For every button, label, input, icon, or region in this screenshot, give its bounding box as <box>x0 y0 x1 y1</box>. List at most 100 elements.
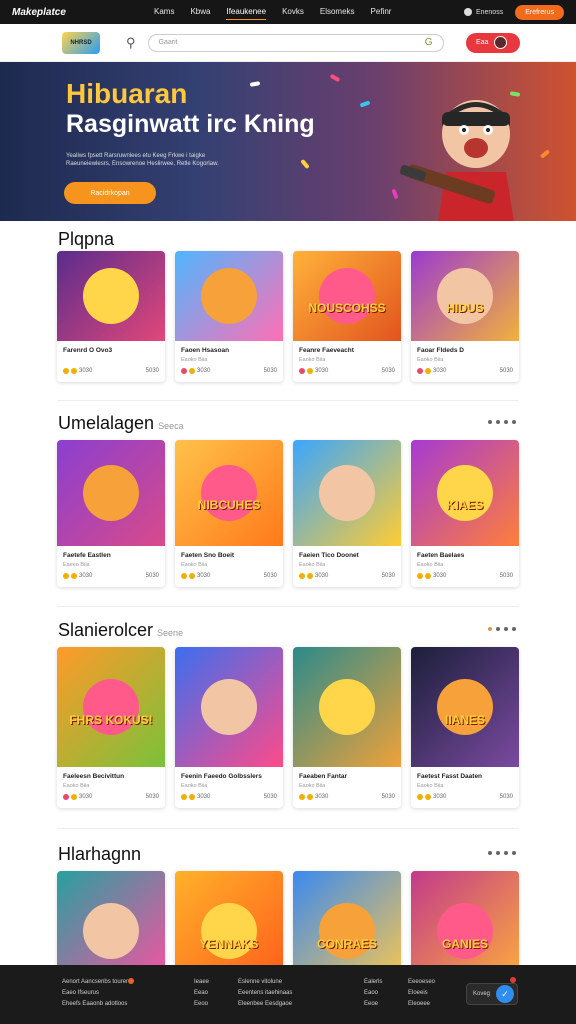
card-title[interactable]: Farenrd O Ovo3 <box>57 341 165 354</box>
coin-icon <box>189 794 195 800</box>
game-thumbnail[interactable]: NIBCUHES <box>175 440 283 546</box>
card-price: 3030 <box>433 368 447 374</box>
coin-icon <box>71 794 77 800</box>
carousel-dot[interactable] <box>504 420 508 424</box>
user-menu[interactable]: Enenoss <box>463 8 503 16</box>
nav-link-3-active[interactable]: Ifeaukenee <box>226 4 267 20</box>
carousel-dots[interactable] <box>488 851 516 855</box>
nav-link-2[interactable]: Kbwa <box>190 4 210 20</box>
character-illustration <box>319 679 375 735</box>
carousel-dot[interactable] <box>488 851 492 855</box>
card-subtitle: Eaoko Biia <box>63 783 90 789</box>
nav-link-1[interactable]: Kams <box>154 4 174 20</box>
card-subtitle: Eaeeo Biia <box>63 562 90 568</box>
carousel-dot[interactable] <box>496 420 500 424</box>
footer-link[interactable]: Ealerls <box>364 977 382 988</box>
footer-link[interactable]: Aenort Aancsenbs tourer <box>62 977 128 988</box>
search-icon[interactable]: ⚲ <box>126 35 136 51</box>
card-title[interactable]: Faeleesn Becivittun <box>57 767 165 780</box>
footer-link[interactable]: Eleenbee Eesdgaoe <box>238 999 292 1010</box>
game-thumbnail[interactable] <box>293 647 401 767</box>
footer-link[interactable]: Eaeo Ifseurus <box>62 988 128 999</box>
login-button[interactable]: Eaa <box>466 32 520 53</box>
footer-link[interactable]: Eloeeis <box>408 988 435 999</box>
carousel-dot[interactable] <box>488 420 492 424</box>
carousel-dot[interactable] <box>504 851 508 855</box>
game-card[interactable]: HIDUS Faoar Fldeds D Eaoko Biia 3030 5030 <box>411 251 519 382</box>
footer-link[interactable]: Eaoo <box>364 988 382 999</box>
card-title[interactable]: Faeaben Fantar <box>293 767 401 780</box>
game-thumbnail[interactable]: IIANES <box>411 647 519 767</box>
footer-badge-icon <box>128 978 134 984</box>
footer-link[interactable]: Eleoeee <box>408 999 435 1010</box>
top-cta-button[interactable]: Erefrerus <box>515 4 564 20</box>
search-input[interactable]: Gaarit G <box>147 33 444 52</box>
card-subtitle: Eaoko Biia <box>299 562 326 568</box>
hero-cta-button[interactable]: Racidrkopan <box>64 182 156 204</box>
game-card[interactable]: NIBCUHES Faeten Sno Boeit Eaoko Biia 3030 50… <box>175 440 283 587</box>
character-illustration <box>201 268 257 324</box>
game-card[interactable]: KIAES Faeten Baelaes Eaoko Biia 3030 5030 <box>411 440 519 587</box>
game-card[interactable]: IIANES Faetest Fasst Daaten Eaoko Biia 3030… <box>411 647 519 808</box>
nav-link-6[interactable]: Pefinr <box>371 4 392 20</box>
thumbnail-title-art: YENNAKS <box>199 937 259 951</box>
game-card[interactable]: Feenin Faeedo Golbsslers Eaoko Biia 3030 50… <box>175 647 283 808</box>
brand-logo-text[interactable]: Makeplatce <box>12 7 96 18</box>
nav-link-4[interactable]: Kovks <box>282 4 304 20</box>
game-card[interactable]: Faeien Tico Doonet Eaoko Biia 3030 5030 <box>293 440 401 587</box>
card-title[interactable]: Faeten Sno Boeit <box>175 546 283 559</box>
card-title[interactable]: Feenin Faeedo Golbsslers <box>175 767 283 780</box>
login-label: Eaa <box>476 39 489 46</box>
footer-link[interactable]: Eslenne vitolune <box>238 977 292 988</box>
game-thumbnail[interactable] <box>175 647 283 767</box>
game-card[interactable]: Faeaben Fantar Eaoko Biia 3030 5030 <box>293 647 401 808</box>
card-title[interactable]: Faetefe Eastlen <box>57 546 165 559</box>
coin-icon <box>417 794 423 800</box>
footer-link[interactable]: Eeao <box>194 988 209 999</box>
game-thumbnail[interactable] <box>293 440 401 546</box>
site-logo[interactable]: NHRSD <box>62 31 100 54</box>
card-title[interactable]: Faetest Fasst Daaten <box>411 767 519 780</box>
footer-link[interactable]: Eeentens itaehinaas <box>238 988 292 999</box>
game-thumbnail[interactable] <box>57 251 165 341</box>
game-thumbnail[interactable] <box>57 440 165 546</box>
chat-widget-button[interactable]: Koveg ✓ <box>466 983 518 1005</box>
nav-link-5[interactable]: Elsomeks <box>320 4 355 20</box>
game-thumbnail[interactable]: FHRS KOKUS! <box>57 647 165 767</box>
card-title[interactable]: Faoen Hsasoan <box>175 341 283 354</box>
g-glyph-icon[interactable]: G <box>425 37 433 48</box>
thumbnail-title-art: IIANES <box>444 713 485 727</box>
carousel-dots[interactable] <box>488 627 516 631</box>
card-meta: 3030 5030 <box>57 789 165 808</box>
game-card[interactable]: Faoen Hsasoan Eaoko Biia 3030 5030 <box>175 251 283 382</box>
card-title[interactable]: Feanre Faeveacht <box>293 341 401 354</box>
footer-link[interactable]: Eheefs Eaaonb adotloos <box>62 999 128 1010</box>
footer-link[interactable]: Ieaee <box>194 977 209 988</box>
carousel-dot[interactable] <box>512 851 516 855</box>
game-card[interactable]: Farenrd O Ovo3 3030 5030 <box>57 251 165 382</box>
footer-link[interactable]: Eeoe <box>364 999 382 1010</box>
game-card[interactable]: Faetefe Eastlen Eaeeo Biia 3030 5030 <box>57 440 165 587</box>
card-title[interactable]: Faeten Baelaes <box>411 546 519 559</box>
game-card[interactable]: FHRS KOKUS! Faeleesn Becivittun Eaoko Biia… <box>57 647 165 808</box>
card-count: 5030 <box>145 368 159 374</box>
carousel-dot[interactable] <box>504 627 508 631</box>
game-thumbnail[interactable]: NOUSCOHSS <box>293 251 401 341</box>
card-title[interactable]: Faeien Tico Doonet <box>293 546 401 559</box>
game-card[interactable]: NOUSCOHSS Feanre Faeveacht Eaoko Biia 3030 5… <box>293 251 401 382</box>
carousel-dot[interactable] <box>488 627 492 631</box>
footer-link[interactable]: Eeoo <box>194 999 209 1010</box>
card-meta: 3030 5030 <box>175 789 283 808</box>
game-thumbnail[interactable]: KIAES <box>411 440 519 546</box>
game-thumbnail[interactable] <box>175 251 283 341</box>
carousel-dot[interactable] <box>496 627 500 631</box>
footer-link[interactable]: Eeeoeseo <box>408 977 435 988</box>
card-row: Farenrd O Ovo3 3030 5030 Faoen Hsasoan Eaok… <box>57 251 519 382</box>
coin-icon <box>299 573 305 579</box>
card-title[interactable]: Faoar Fldeds D <box>411 341 519 354</box>
carousel-dot[interactable] <box>512 627 516 631</box>
carousel-dot[interactable] <box>512 420 516 424</box>
carousel-dot[interactable] <box>496 851 500 855</box>
game-thumbnail[interactable]: HIDUS <box>411 251 519 341</box>
carousel-dots[interactable] <box>488 420 516 424</box>
